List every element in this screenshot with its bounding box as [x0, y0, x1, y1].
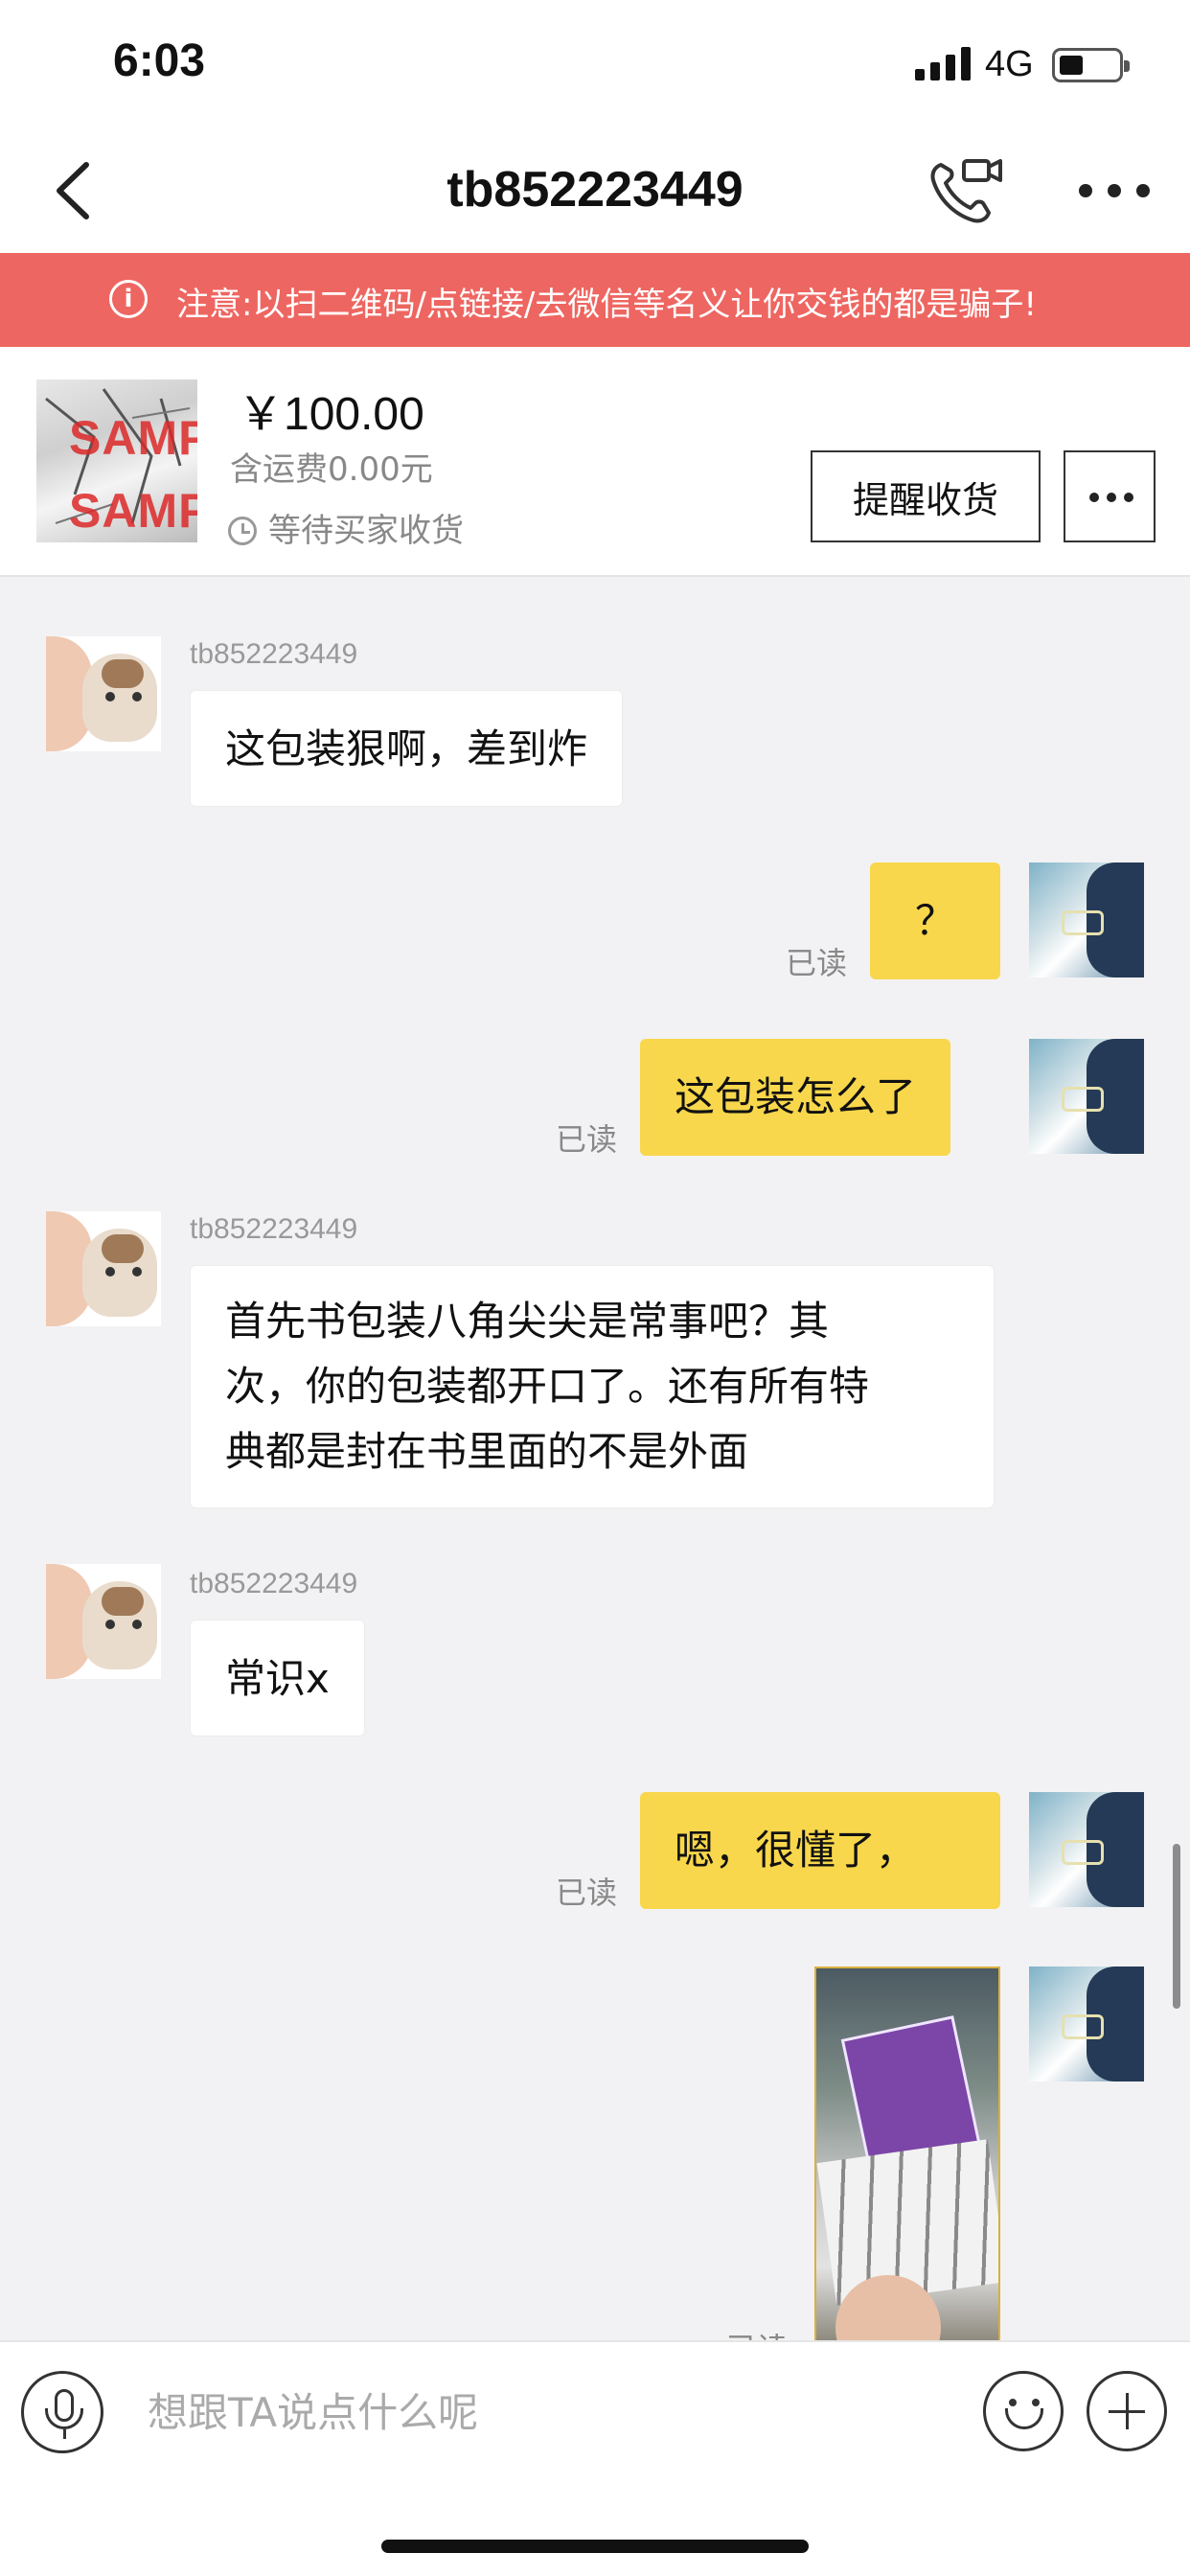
read-status: 已读 — [786, 945, 848, 981]
video-call-icon[interactable] — [927, 155, 1004, 226]
warning-text: 注意:以扫二维码/点链接/去微信等名义让你交钱的都是骗子! — [176, 286, 1037, 324]
read-status: 已读 — [726, 2325, 788, 2340]
order-card[interactable]: SAMPLE SAMPLE ￥100.00 含运费0.00元 等待买家收货 提醒… — [0, 347, 1190, 577]
mic-icon[interactable] — [21, 2371, 103, 2453]
message-bubble[interactable]: 常识x — [190, 1620, 365, 1736]
home-indicator[interactable] — [381, 2540, 809, 2553]
photo-message[interactable] — [814, 1966, 1000, 2340]
shipping-fee: 含运费0.00元 — [230, 450, 433, 489]
product-thumbnail[interactable]: SAMPLE SAMPLE — [36, 380, 197, 542]
home-area — [0, 2474, 1190, 2576]
clock-icon — [228, 517, 257, 545]
warning-banner: i 注意:以扫二维码/点链接/去微信等名义让你交钱的都是骗子! — [0, 253, 1190, 347]
thumbnail-watermark: SAMPLE — [69, 484, 197, 538]
status-bar: 6:03 4G — [0, 0, 1190, 128]
seller-avatar[interactable] — [46, 636, 161, 751]
order-price: ￥100.00 — [238, 389, 424, 440]
message-bubble[interactable]: 这包装狠啊，差到炸 — [190, 690, 624, 807]
user-avatar[interactable] — [1029, 1966, 1144, 2082]
read-status: 已读 — [556, 1874, 618, 1911]
message-bubble[interactable]: ？ — [870, 862, 1000, 979]
seller-avatar[interactable] — [46, 1211, 161, 1326]
input-bar — [0, 2340, 1190, 2474]
chat-scrollbar[interactable] — [1173, 1844, 1180, 2009]
more-icon[interactable] — [1079, 178, 1152, 203]
network-type: 4G — [985, 44, 1034, 84]
remind-receipt-button[interactable]: 提醒收货 — [811, 450, 1041, 542]
chat-area[interactable]: tb852223449 这包装狠啊，差到炸 已读 ？ 已读 这包装怎么了 tb8… — [0, 577, 1190, 2340]
user-avatar[interactable] — [1029, 862, 1144, 978]
sender-name: tb852223449 — [190, 1568, 358, 1599]
user-avatar[interactable] — [1029, 1039, 1144, 1154]
thumbnail-watermark: SAMPLE — [69, 411, 197, 465]
page-title: tb852223449 — [446, 162, 744, 218]
signal-icon — [915, 46, 973, 80]
seller-avatar[interactable] — [46, 1564, 161, 1679]
user-avatar[interactable] — [1029, 1792, 1144, 1907]
sender-name: tb852223449 — [190, 1213, 358, 1245]
read-status: 已读 — [556, 1121, 618, 1158]
order-more-button[interactable] — [1064, 450, 1156, 542]
plus-icon[interactable] — [1087, 2371, 1167, 2451]
emoji-icon[interactable] — [983, 2371, 1064, 2451]
sender-name: tb852223449 — [190, 638, 358, 670]
message-input[interactable] — [148, 2371, 952, 2453]
status-time: 6:03 — [113, 35, 206, 86]
order-status-text: 等待买家收货 — [268, 512, 464, 550]
message-bubble[interactable]: 首先书包装八角尖尖是常事吧？其 次，你的包装都开口了。还有所有特 典都是封在书里… — [190, 1265, 995, 1508]
battery-icon — [1052, 48, 1130, 82]
nav-bar: tb852223449 — [0, 128, 1190, 253]
order-status: 等待买家收货 — [228, 504, 464, 551]
message-bubble[interactable]: 这包装怎么了 — [640, 1039, 951, 1156]
message-bubble[interactable]: 嗯，很懂了， — [640, 1792, 1000, 1909]
info-icon: i — [109, 280, 148, 318]
